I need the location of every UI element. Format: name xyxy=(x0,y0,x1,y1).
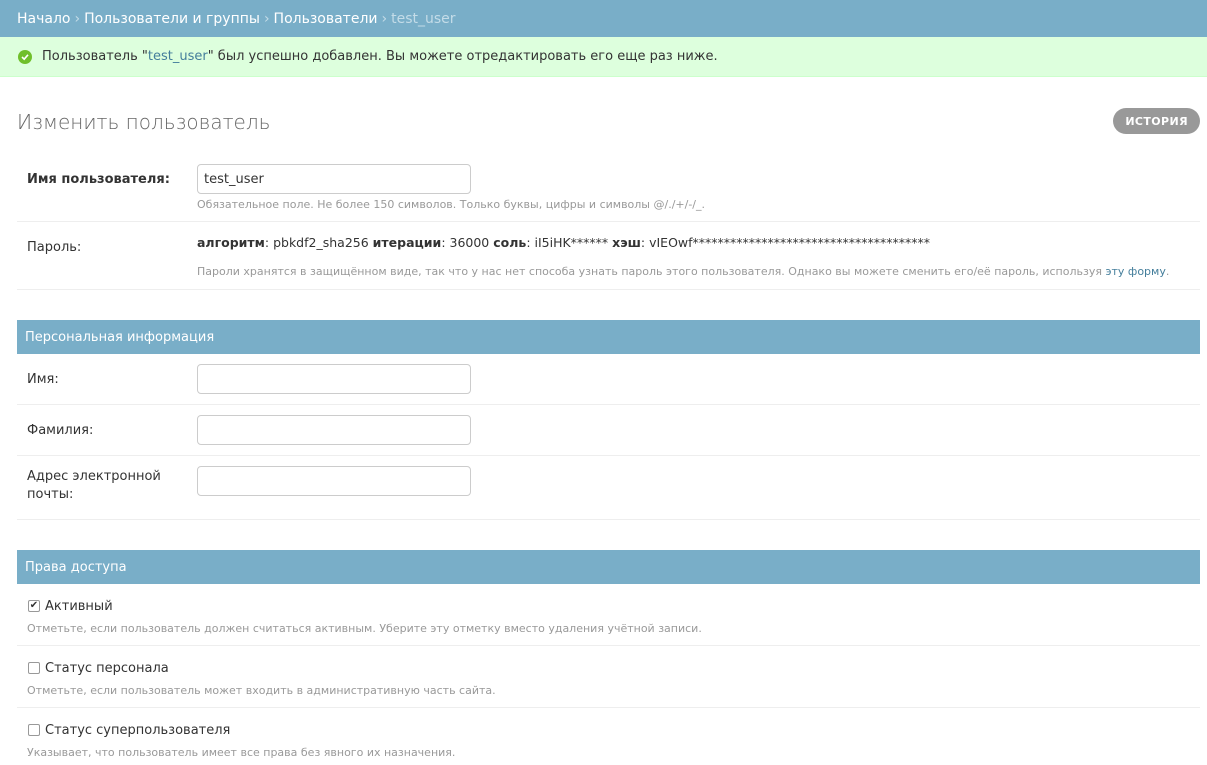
breadcrumb-users[interactable]: Пользователи xyxy=(274,11,378,27)
breadcrumb-current: test_user xyxy=(391,10,456,27)
success-check-icon xyxy=(18,49,32,64)
password-hash-summary: алгоритм: pbkdf2_sha256 итерации: 36000 … xyxy=(197,235,930,250)
staff-row: Статус персонала Отметьте, если пользова… xyxy=(17,646,1200,708)
message-suffix: " был успешно добавлен. Вы можете отреда… xyxy=(207,49,718,64)
salt-label: соль xyxy=(493,235,527,250)
password-help-text: Пароли хранятся в защищённом виде, так ч… xyxy=(197,265,1106,278)
superuser-row: Статус суперпользователя Указывает, что … xyxy=(17,708,1200,765)
last-name-input[interactable] xyxy=(197,415,471,445)
email-label-line2: почты: xyxy=(27,487,74,502)
page-title: Изменить пользователь xyxy=(17,110,271,134)
password-label: Пароль: xyxy=(27,240,82,255)
permissions-header: Права доступа xyxy=(17,550,1200,584)
username-row: Имя пользователя: test_user Обязательное… xyxy=(17,154,1200,222)
superuser-help: Указывает, что пользователь имеет все пр… xyxy=(27,746,456,759)
active-row: ✔ Активный Отметьте, если пользователь д… xyxy=(17,584,1200,646)
history-button[interactable]: ИСТОРИЯ xyxy=(1113,108,1200,134)
username-help: Обязательное поле. Не более 150 символов… xyxy=(197,198,705,211)
username-label: Имя пользователя: xyxy=(27,172,170,187)
message-prefix: Пользователь " xyxy=(42,49,148,64)
breadcrumb-home[interactable]: Начало xyxy=(17,11,70,27)
email-row: Адрес электронной почты: xyxy=(17,456,1200,520)
superuser-label: Статус суперпользователя xyxy=(45,723,231,738)
password-row: Пароль: алгоритм: pbkdf2_sha256 итерации… xyxy=(17,222,1200,290)
iterations-value: : 36000 xyxy=(441,235,494,250)
staff-help: Отметьте, если пользователь может входит… xyxy=(27,684,496,697)
algorithm-label: алгоритм xyxy=(197,235,265,250)
active-help: Отметьте, если пользователь должен счита… xyxy=(27,622,702,635)
breadcrumb-separator: › xyxy=(263,10,270,27)
breadcrumb-separator: › xyxy=(74,10,81,27)
breadcrumb-users-groups[interactable]: Пользователи и группы xyxy=(84,11,260,27)
salt-value: : iI5iHK****** xyxy=(526,235,613,250)
first-name-label: Имя: xyxy=(27,372,59,387)
email-label: Адрес электронной почты: xyxy=(27,468,161,504)
staff-label: Статус персонала xyxy=(45,661,169,676)
last-name-label: Фамилия: xyxy=(27,423,94,438)
staff-checkbox[interactable] xyxy=(28,662,40,674)
breadcrumbs: Начало › Пользователи и группы › Пользов… xyxy=(0,0,1207,37)
hash-label: хэш xyxy=(612,235,641,250)
first-name-row: Имя: xyxy=(17,354,1200,405)
success-message: Пользователь " test_user " был успешно доб… xyxy=(0,37,1207,77)
username-input[interactable]: test_user xyxy=(197,164,471,194)
password-help-end: . xyxy=(1165,265,1170,278)
first-name-input[interactable] xyxy=(197,364,471,394)
last-name-row: Фамилия: xyxy=(17,405,1200,456)
personal-info-header: Персональная информация xyxy=(17,320,1200,354)
email-label-line1: Адрес электронной xyxy=(27,469,161,484)
password-change-link[interactable]: эту форму xyxy=(1105,265,1165,278)
algorithm-value: : pbkdf2_sha256 xyxy=(264,235,373,250)
password-help: Пароли хранятся в защищённом виде, так ч… xyxy=(197,265,1169,278)
breadcrumb-separator: › xyxy=(381,10,388,27)
message-user-link[interactable]: test_user xyxy=(148,49,208,64)
superuser-checkbox[interactable] xyxy=(28,724,40,736)
active-checkbox[interactable]: ✔ xyxy=(28,600,40,612)
hash-value: : vIEOwf********************************… xyxy=(640,235,931,250)
iterations-label: итерации xyxy=(372,235,442,250)
email-input[interactable] xyxy=(197,466,471,496)
active-label: Активный xyxy=(45,599,113,614)
